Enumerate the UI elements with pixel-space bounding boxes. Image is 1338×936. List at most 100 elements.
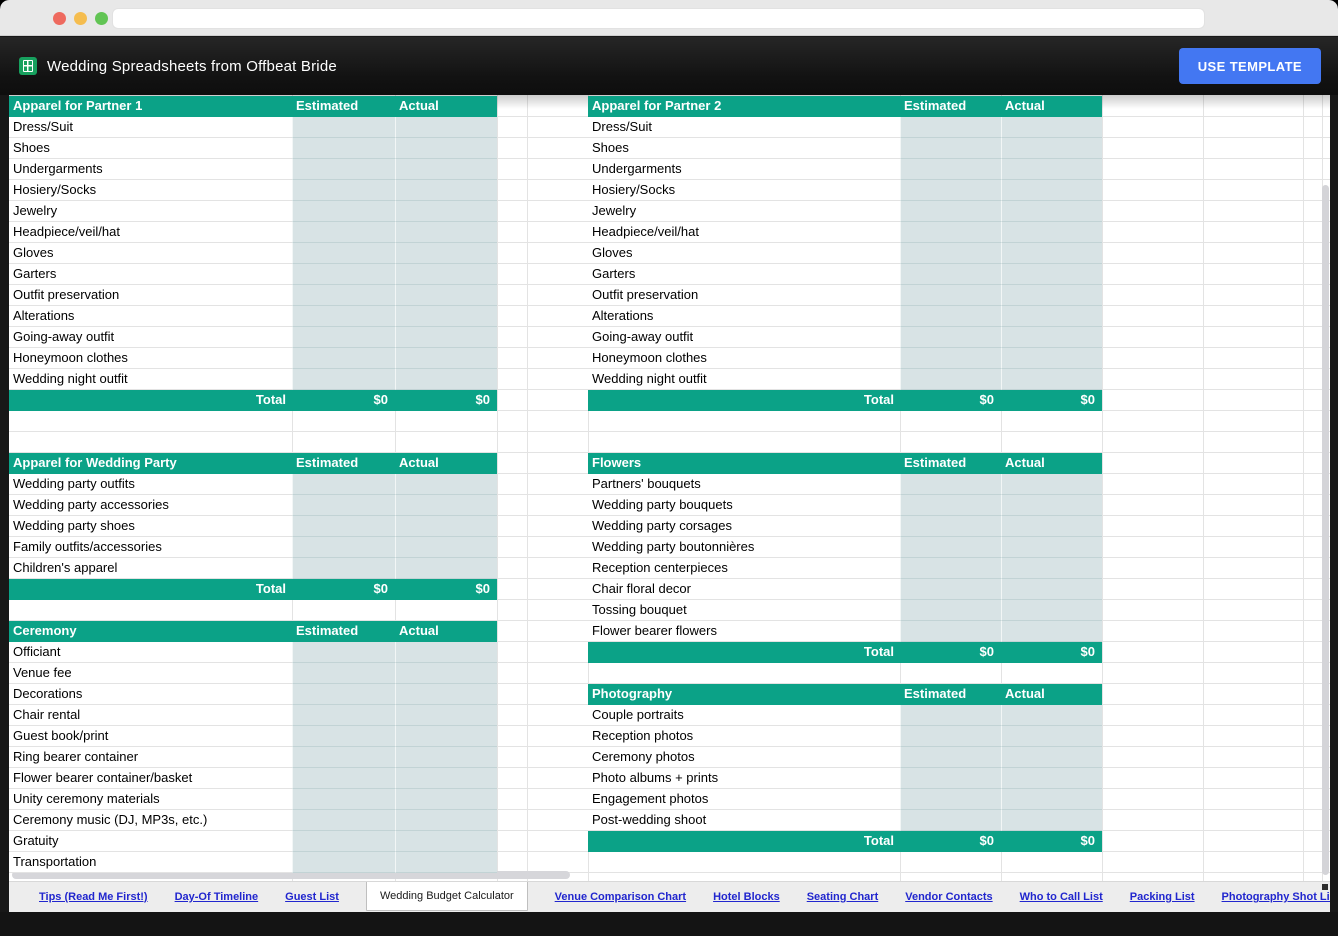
item-name-cell[interactable]: Honeymoon clothes — [588, 348, 900, 369]
actual-cell[interactable] — [1001, 810, 1102, 831]
actual-cell[interactable] — [1001, 369, 1102, 390]
total-label-cell[interactable]: Total — [9, 390, 292, 411]
estimated-cell[interactable] — [900, 201, 1001, 222]
item-name-cell[interactable]: Wedding party shoes — [9, 516, 292, 537]
estimated-header-cell[interactable]: Estimated — [900, 453, 1001, 474]
actual-cell[interactable] — [395, 852, 497, 873]
item-name-cell[interactable]: Dress/Suit — [9, 117, 292, 138]
sheet-tab-hotel-blocks[interactable]: Hotel Blocks — [713, 891, 780, 903]
actual-cell[interactable] — [1001, 768, 1102, 789]
estimated-cell[interactable] — [292, 537, 395, 558]
actual-cell[interactable] — [395, 537, 497, 558]
estimated-cell[interactable] — [292, 180, 395, 201]
item-name-cell[interactable]: Shoes — [9, 138, 292, 159]
actual-cell[interactable] — [1001, 159, 1102, 180]
minimize-icon[interactable] — [74, 12, 87, 25]
actual-cell[interactable] — [395, 558, 497, 579]
actual-cell[interactable] — [395, 117, 497, 138]
actual-cell[interactable] — [1001, 705, 1102, 726]
item-name-cell[interactable]: Reception centerpieces — [588, 558, 900, 579]
item-name-cell[interactable]: Shoes — [588, 138, 900, 159]
estimated-cell[interactable] — [292, 810, 395, 831]
sheet-tab-photography-shot-list[interactable]: Photography Shot List — [1222, 891, 1330, 903]
active-sheet-tab-wedding-budget-calculator[interactable]: Wedding Budget Calculator — [366, 881, 528, 911]
actual-cell[interactable] — [1001, 285, 1102, 306]
actual-cell[interactable] — [395, 705, 497, 726]
estimated-header-cell[interactable]: Estimated — [292, 453, 395, 474]
actual-cell[interactable] — [1001, 537, 1102, 558]
estimated-cell[interactable] — [900, 810, 1001, 831]
section-title-cell[interactable]: Apparel for Partner 2 — [588, 96, 900, 117]
actual-cell[interactable] — [395, 180, 497, 201]
estimated-cell[interactable] — [900, 348, 1001, 369]
item-name-cell[interactable]: Garters — [588, 264, 900, 285]
item-name-cell[interactable]: Children's apparel — [9, 558, 292, 579]
estimated-cell[interactable] — [900, 768, 1001, 789]
actual-header-cell[interactable]: Actual — [395, 621, 497, 642]
item-name-cell[interactable]: Chair rental — [9, 705, 292, 726]
item-name-cell[interactable]: Wedding night outfit — [588, 369, 900, 390]
estimated-header-cell[interactable]: Estimated — [292, 96, 395, 117]
estimated-cell[interactable] — [900, 243, 1001, 264]
actual-cell[interactable] — [1001, 243, 1102, 264]
actual-cell[interactable] — [395, 369, 497, 390]
total-estimated-cell[interactable]: $0 — [900, 831, 1001, 852]
estimated-cell[interactable] — [900, 474, 1001, 495]
total-actual-cell[interactable]: $0 — [395, 579, 497, 600]
actual-cell[interactable] — [395, 327, 497, 348]
use-template-button[interactable]: USE TEMPLATE — [1179, 48, 1321, 84]
item-name-cell[interactable]: Dress/Suit — [588, 117, 900, 138]
estimated-cell[interactable] — [292, 852, 395, 873]
item-name-cell[interactable]: Wedding party corsages — [588, 516, 900, 537]
actual-cell[interactable] — [1001, 621, 1102, 642]
estimated-cell[interactable] — [900, 558, 1001, 579]
estimated-cell[interactable] — [292, 516, 395, 537]
actual-cell[interactable] — [1001, 201, 1102, 222]
total-label-cell[interactable]: Total — [588, 831, 900, 852]
estimated-cell[interactable] — [292, 495, 395, 516]
actual-cell[interactable] — [395, 138, 497, 159]
section-title-cell[interactable]: Apparel for Partner 1 — [9, 96, 292, 117]
actual-cell[interactable] — [395, 747, 497, 768]
total-estimated-cell[interactable]: $0 — [900, 642, 1001, 663]
estimated-cell[interactable] — [292, 117, 395, 138]
item-name-cell[interactable]: Alterations — [9, 306, 292, 327]
actual-cell[interactable] — [395, 474, 497, 495]
actual-cell[interactable] — [395, 684, 497, 705]
estimated-cell[interactable] — [292, 348, 395, 369]
estimated-cell[interactable] — [292, 243, 395, 264]
estimated-cell[interactable] — [900, 726, 1001, 747]
estimated-cell[interactable] — [900, 138, 1001, 159]
item-name-cell[interactable]: Garters — [9, 264, 292, 285]
actual-cell[interactable] — [395, 810, 497, 831]
actual-cell[interactable] — [395, 285, 497, 306]
estimated-cell[interactable] — [900, 327, 1001, 348]
actual-cell[interactable] — [1001, 348, 1102, 369]
estimated-cell[interactable] — [292, 747, 395, 768]
estimated-cell[interactable] — [900, 180, 1001, 201]
item-name-cell[interactable]: Jewelry — [9, 201, 292, 222]
estimated-cell[interactable] — [900, 306, 1001, 327]
item-name-cell[interactable]: Family outfits/accessories — [9, 537, 292, 558]
item-name-cell[interactable]: Outfit preservation — [588, 285, 900, 306]
sheet-tab-venue-comparison-chart[interactable]: Venue Comparison Chart — [555, 891, 686, 903]
estimated-cell[interactable] — [292, 831, 395, 852]
sheet-tab-packing-list[interactable]: Packing List — [1130, 891, 1195, 903]
item-name-cell[interactable]: Officiant — [9, 642, 292, 663]
total-estimated-cell[interactable]: $0 — [292, 579, 395, 600]
actual-cell[interactable] — [1001, 747, 1102, 768]
item-name-cell[interactable]: Ceremony photos — [588, 747, 900, 768]
estimated-cell[interactable] — [900, 369, 1001, 390]
estimated-cell[interactable] — [900, 285, 1001, 306]
estimated-cell[interactable] — [900, 621, 1001, 642]
actual-cell[interactable] — [1001, 327, 1102, 348]
actual-cell[interactable] — [1001, 579, 1102, 600]
actual-cell[interactable] — [395, 768, 497, 789]
actual-cell[interactable] — [395, 222, 497, 243]
item-name-cell[interactable]: Engagement photos — [588, 789, 900, 810]
item-name-cell[interactable]: Ring bearer container — [9, 747, 292, 768]
item-name-cell[interactable]: Wedding party bouquets — [588, 495, 900, 516]
total-actual-cell[interactable]: $0 — [1001, 390, 1102, 411]
actual-cell[interactable] — [395, 306, 497, 327]
sheet-tab-vendor-contacts[interactable]: Vendor Contacts — [905, 891, 992, 903]
